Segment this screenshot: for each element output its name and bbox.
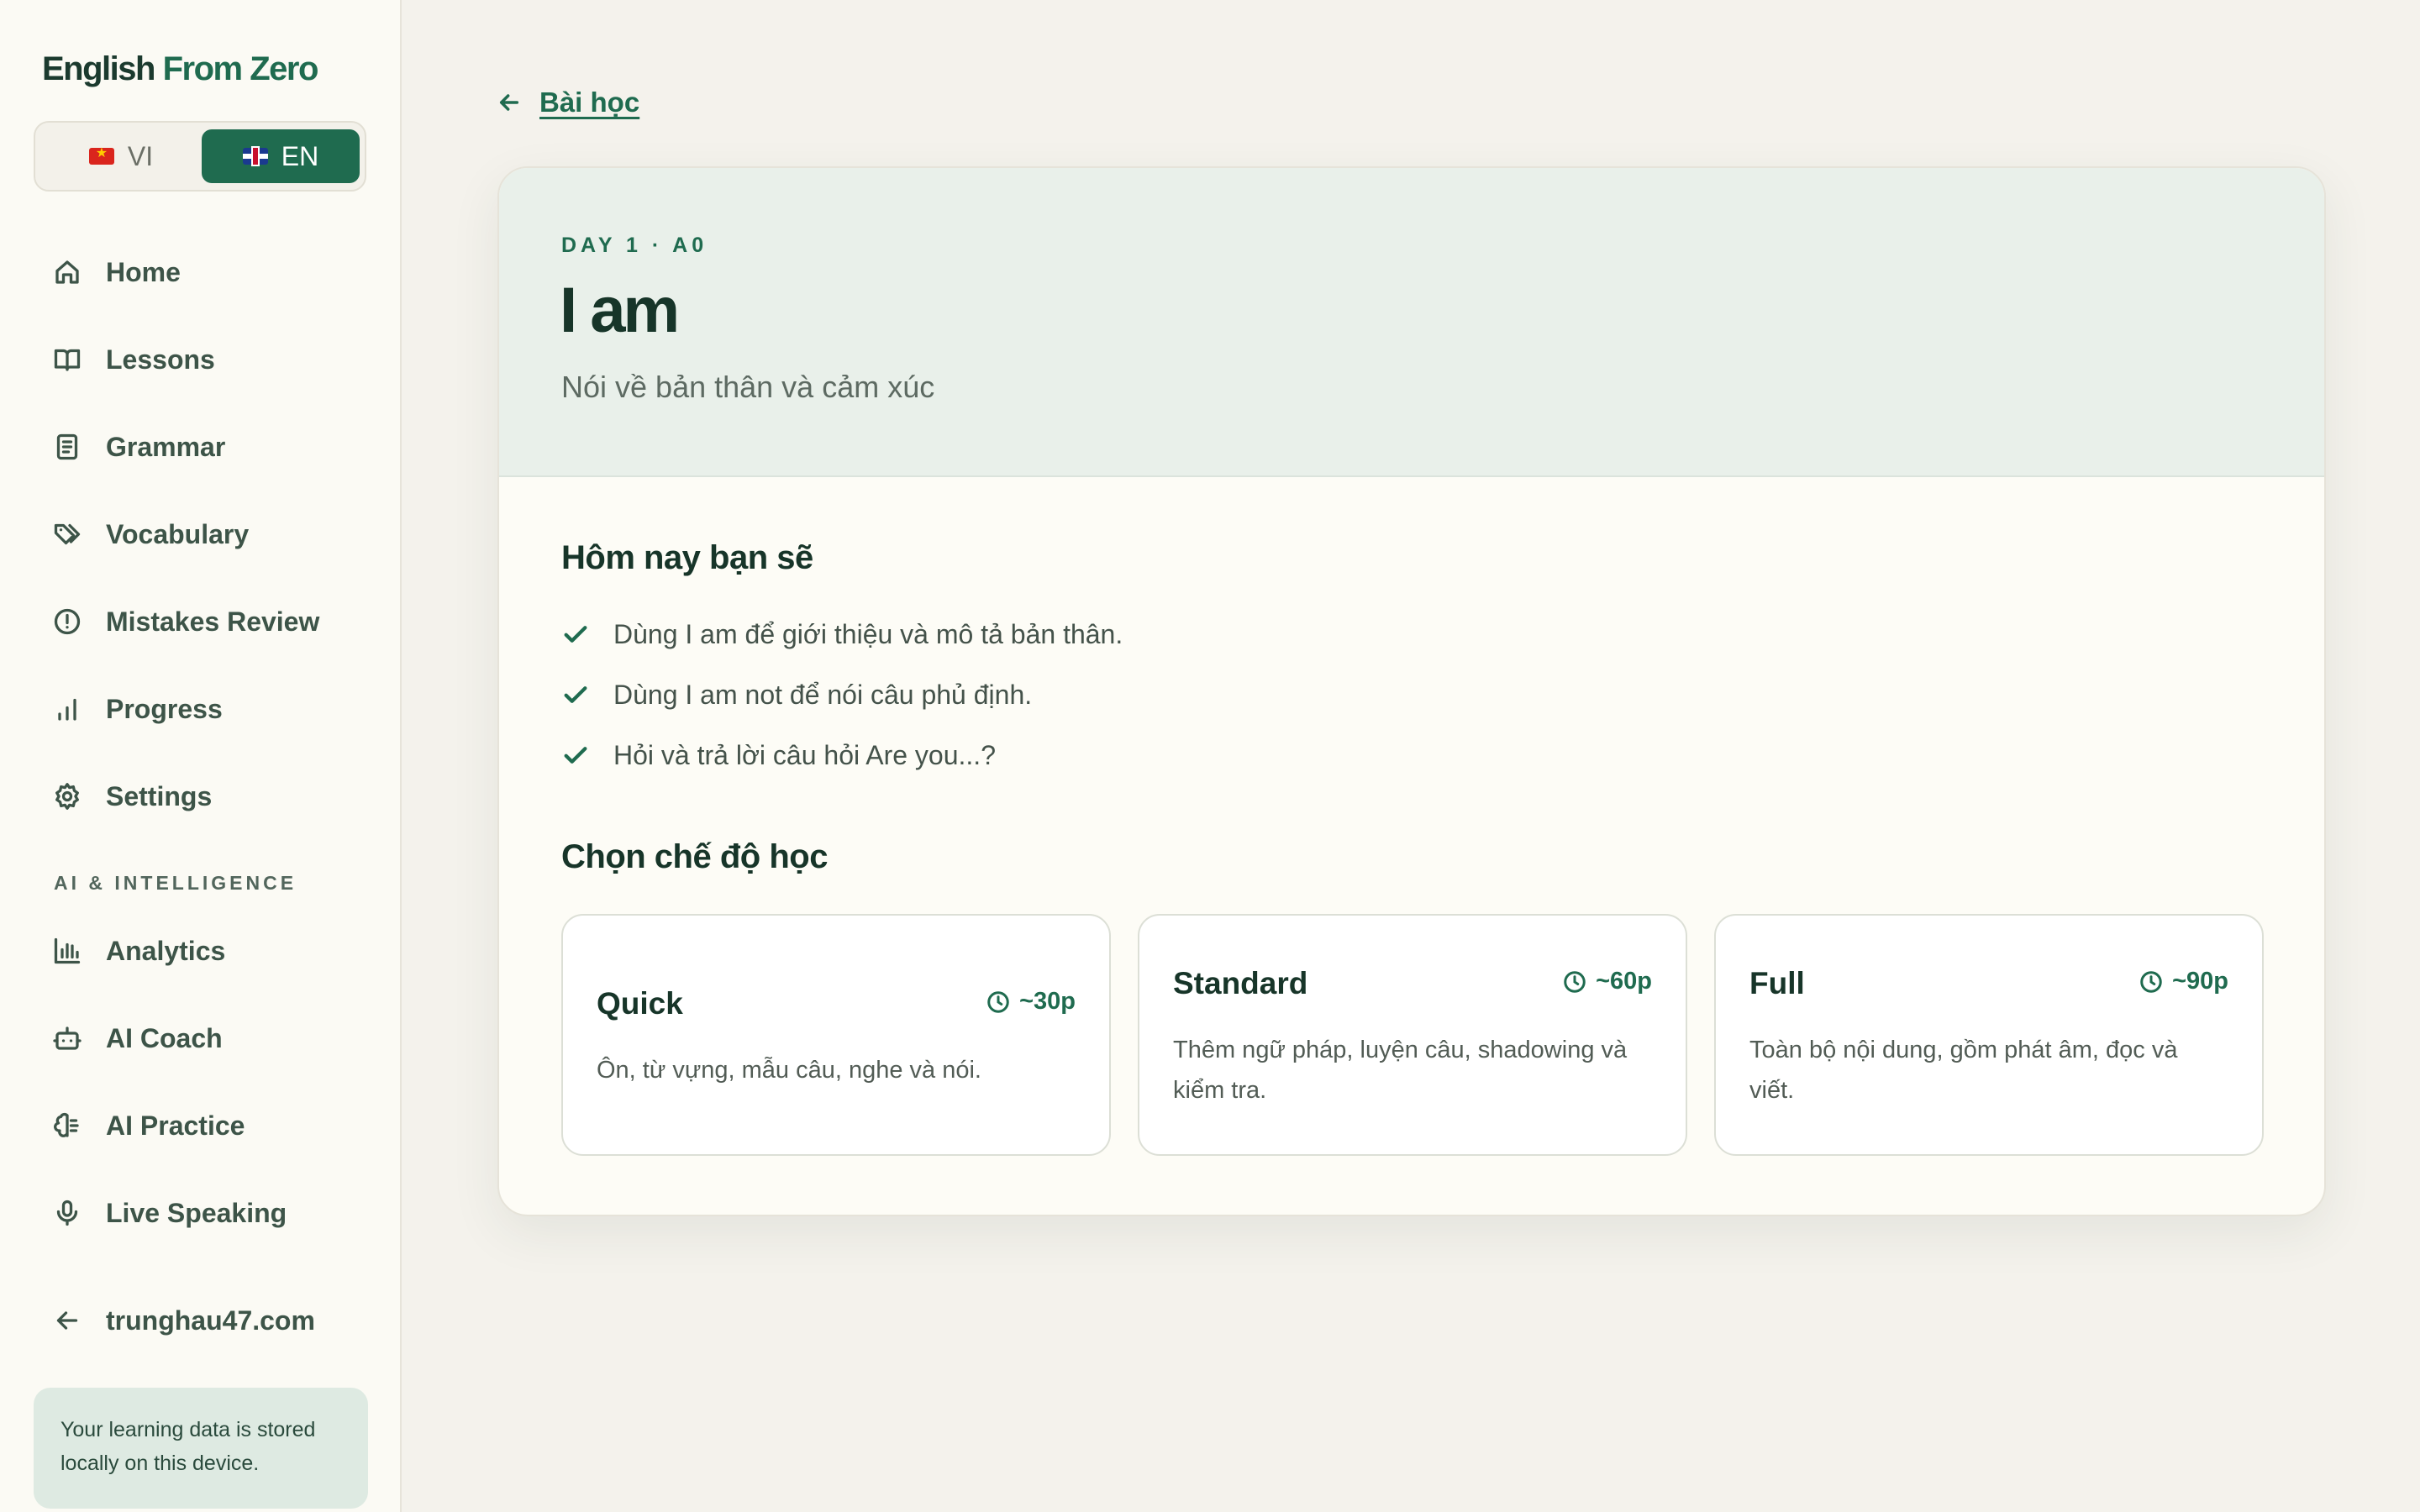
- nav-item-label: Home: [106, 256, 181, 287]
- microphone-icon: [50, 1196, 84, 1230]
- mode-duration: ~30p: [986, 988, 1076, 1016]
- nav-item-analytics[interactable]: Analytics: [50, 926, 225, 976]
- mode-name: Full: [1749, 966, 1805, 1000]
- mode-card-standard[interactable]: Standard ~60p Thêm ngữ pháp, luyện câu, …: [1138, 914, 1687, 1156]
- app-logo[interactable]: English From Zero: [42, 50, 318, 88]
- mode-card-full[interactable]: Full ~90p Toàn bộ nội dung, gồm phát âm,…: [1714, 914, 2264, 1156]
- clock-icon: [2140, 970, 2162, 993]
- language-vi-button[interactable]: VI: [42, 129, 200, 183]
- mode-name: Quick: [597, 986, 683, 1021]
- mode-name: Standard: [1173, 966, 1308, 1000]
- goal-text: Hỏi và trả lời câu hỏi Are you...?: [613, 739, 996, 770]
- external-site-label: trunghau47.com: [106, 1305, 315, 1336]
- goal-item: Hỏi và trả lời câu hỏi Are you...?: [561, 734, 996, 776]
- lesson-subtitle: Nói về bản thân và cảm xúc: [561, 370, 935, 404]
- tags-icon: [50, 517, 84, 551]
- nav-item-label: AI Practice: [106, 1110, 245, 1141]
- language-switch: VI EN: [34, 121, 366, 192]
- logo-text-accent: From Zero: [162, 50, 319, 87]
- mode-description: Thêm ngữ pháp, luyện câu, shadowing và k…: [1173, 1037, 1628, 1104]
- clock-icon: [987, 990, 1009, 1013]
- nav-item-lessons[interactable]: Lessons: [50, 334, 215, 385]
- language-en-button[interactable]: EN: [202, 129, 360, 183]
- goal-item: Dùng I am để giới thiệu và mô tả bản thâ…: [561, 613, 1123, 655]
- analytics-chart-icon: [50, 934, 84, 968]
- modes-title: Chọn chế độ học: [561, 838, 828, 875]
- mode-duration-text: ~30p: [1019, 988, 1076, 1015]
- arrow-left-icon: [50, 1304, 84, 1337]
- section-label-ai: AI & INTELLIGENCE: [54, 872, 297, 894]
- goal-text: Dùng I am để giới thiệu và mô tả bản thâ…: [613, 618, 1123, 649]
- mode-card-quick[interactable]: Quick ~30p Ôn, từ vựng, mẫu câu, nghe và…: [561, 914, 1111, 1156]
- nav-item-progress[interactable]: Progress: [50, 684, 223, 734]
- book-open-icon: [50, 343, 84, 376]
- mode-duration: ~60p: [1562, 968, 1652, 995]
- nav-item-label: Vocabulary: [106, 518, 250, 549]
- language-vi-label: VI: [127, 140, 154, 171]
- nav-item-label: Progress: [106, 693, 223, 724]
- check-icon: [564, 686, 587, 703]
- arrow-left-icon: [499, 94, 519, 111]
- check-icon: [564, 747, 587, 764]
- local-storage-notice: Your learning data is stored locally on …: [34, 1388, 368, 1509]
- nav-item-ai-practice[interactable]: AI Practice: [50, 1100, 245, 1151]
- mode-duration-text: ~60p: [1596, 968, 1652, 995]
- nav-item-label: Mistakes Review: [106, 606, 320, 637]
- nav-item-label: Analytics: [106, 935, 226, 966]
- nav-item-label: AI Coach: [106, 1022, 223, 1053]
- nav-item-ai-coach[interactable]: AI Coach: [50, 1013, 223, 1063]
- logo-text-primary: English: [42, 50, 155, 87]
- nav-item-live-speaking[interactable]: Live Speaking: [50, 1188, 287, 1238]
- nav-item-label: Lessons: [106, 344, 215, 375]
- sidebar: English From Zero VI EN Home Lessons Gra…: [0, 0, 402, 1512]
- vietnam-flag-icon: [88, 144, 114, 165]
- gear-icon: [50, 780, 84, 813]
- check-icon: [564, 626, 587, 643]
- nav-item-mistakes-review[interactable]: Mistakes Review: [50, 596, 319, 647]
- lesson-header: DAY 1 · A0 I am Nói về bản thân và cảm x…: [499, 168, 2324, 477]
- lesson-card: DAY 1 · A0 I am Nói về bản thân và cảm x…: [497, 166, 2326, 1216]
- language-en-label: EN: [281, 140, 319, 171]
- external-site-link[interactable]: trunghau47.com: [50, 1295, 315, 1346]
- goals-title: Hôm nay bạn sẽ: [561, 539, 813, 576]
- mode-description: Ôn, từ vựng, mẫu câu, nghe và nói.: [597, 1057, 981, 1084]
- mode-description: Toàn bộ nội dung, gồm phát âm, đọc và vi…: [1749, 1037, 2178, 1104]
- nav-item-label: Live Speaking: [106, 1197, 287, 1228]
- brain-icon: [50, 1109, 84, 1142]
- nav-item-label: Settings: [106, 780, 213, 811]
- back-to-lessons-link[interactable]: Bài học: [496, 84, 639, 121]
- bot-icon: [50, 1021, 84, 1055]
- mode-duration: ~90p: [2139, 968, 2228, 995]
- alert-circle-icon: [50, 605, 84, 638]
- bar-chart-icon: [50, 692, 84, 726]
- lesson-title: I am: [560, 275, 680, 346]
- nav-item-home[interactable]: Home: [50, 247, 181, 297]
- nav-item-grammar[interactable]: Grammar: [50, 422, 225, 472]
- mode-duration-text: ~90p: [2172, 968, 2228, 995]
- goal-text: Dùng I am not để nói câu phủ định.: [613, 679, 1033, 710]
- uk-flag-icon: [242, 148, 268, 165]
- goal-item: Dùng I am not để nói câu phủ định.: [561, 674, 1032, 716]
- nav-item-vocabulary[interactable]: Vocabulary: [50, 509, 249, 559]
- home-icon: [50, 255, 84, 289]
- clock-icon: [1564, 970, 1586, 993]
- nav-item-settings[interactable]: Settings: [50, 771, 212, 822]
- nav-item-label: Grammar: [106, 431, 226, 462]
- lesson-eyebrow: DAY 1 · A0: [561, 234, 708, 257]
- notebook-icon: [50, 430, 84, 464]
- back-link-label: Bài học: [539, 87, 640, 118]
